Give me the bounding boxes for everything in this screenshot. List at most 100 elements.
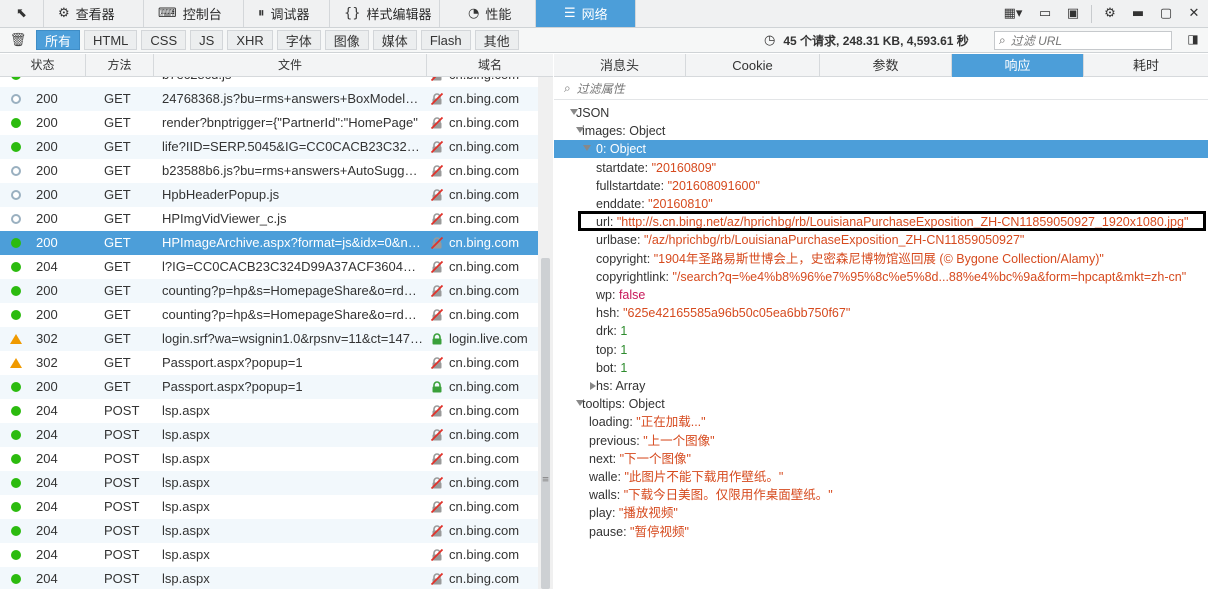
url-filter[interactable]: ⌕ <box>994 31 1172 50</box>
element-picker-button[interactable]: ⬉ <box>0 0 44 27</box>
json-property[interactable]: loading: "正在加载..." <box>575 413 706 431</box>
url-filter-input[interactable] <box>1010 33 1151 48</box>
json-property[interactable]: next: "下一个图像" <box>575 450 691 468</box>
table-row[interactable]: 200 GET HpbHeaderPopup.js cn.bing.com <box>0 183 538 207</box>
filter-other[interactable]: 其他 <box>474 30 519 50</box>
property-filter[interactable]: ⌕ <box>554 78 1208 100</box>
json-property[interactable]: wp: false <box>582 286 645 304</box>
table-row[interactable]: 204 POST lsp.aspx cn.bing.com <box>0 495 538 519</box>
expanded-triangle-icon[interactable] <box>570 109 578 115</box>
table-row[interactable]: 204 POST lsp.aspx cn.bing.com <box>0 399 538 423</box>
table-row[interactable]: 200 GET life?IID=SERP.5045&IG=CC0CACB23C32… <box>0 135 538 159</box>
table-row[interactable]: 204 POST lsp.aspx cn.bing.com <box>0 567 538 589</box>
domain-name: cn.bing.com <box>449 187 520 202</box>
json-property[interactable]: fullstartdate: "201608091600" <box>582 177 760 195</box>
json-value: "下一个图像" <box>619 451 691 466</box>
json-property[interactable]: walls: "下载今日美图。仅限用作桌面壁纸。" <box>575 486 833 504</box>
table-row[interactable]: 204 POST lsp.aspx cn.bing.com <box>0 447 538 471</box>
table-row[interactable]: 200 GET HPImgVidViewer_c.js cn.bing.com <box>0 207 538 231</box>
filter-media[interactable]: 媒体 <box>372 30 417 50</box>
table-row[interactable]: 200 GET counting?p=hp&s=HomepageShare&o=rd… <box>0 303 538 327</box>
filter-html[interactable]: HTML <box>84 30 138 50</box>
column-method[interactable]: 方法 <box>86 54 154 77</box>
table-row[interactable]: 200 GET Passport.aspx?popup=1 cn.bing.com <box>0 375 538 399</box>
column-status[interactable]: 状态 <box>0 54 86 77</box>
table-row[interactable]: 204 POST lsp.aspx cn.bing.com <box>0 423 538 447</box>
tab-debugger[interactable]: ⏸ 调试器 <box>244 0 330 27</box>
http-method: GET <box>104 163 131 178</box>
domain-name: cn.bing.com <box>449 403 520 418</box>
http-method: GET <box>104 331 131 346</box>
settings-button[interactable]: ⚙ <box>1096 0 1124 27</box>
json-property[interactable]: hsh: "625e42165585a96b50c05ea6bb750f67" <box>582 304 850 322</box>
table-row[interactable]: 204 GET l?IG=CC0CACB23C324D99A37ACF3604BF1… <box>0 255 538 279</box>
table-row[interactable]: 302 GET Passport.aspx?popup=1 cn.bing.com <box>0 351 538 375</box>
table-row[interactable]: 200 GET HPImageArchive.aspx?format=js&idx=… <box>0 231 538 255</box>
table-row[interactable]: 200 GET counting?p=hp&s=HomepageShare&o=rd… <box>0 279 538 303</box>
scrollbar-thumb[interactable] <box>541 258 550 589</box>
expanded-triangle-icon[interactable] <box>583 145 591 152</box>
dock-button[interactable]: ▬ <box>1124 0 1152 27</box>
filter-images[interactable]: 图像 <box>324 30 369 50</box>
request-list-scrollbar[interactable]: ≡ <box>538 77 553 589</box>
collapsed-triangle-icon[interactable] <box>590 382 596 390</box>
tab-timings[interactable]: 耗时 <box>1084 54 1208 77</box>
tab-inspector[interactable]: ⚙ 查看器 <box>44 0 144 27</box>
close-devtools-button[interactable]: ✕ <box>1180 0 1208 27</box>
json-property[interactable]: top: 1 <box>582 341 627 359</box>
expanded-triangle-icon[interactable] <box>576 400 584 407</box>
table-row[interactable]: 204 POST lsp.aspx cn.bing.com <box>0 519 538 543</box>
file-name: render?bnptrigger={"PartnerId":"HomePage… <box>162 115 418 130</box>
json-property[interactable]: copyrightlink: "/search?q=%e4%b8%96%e7%9… <box>582 268 1186 286</box>
json-property[interactable]: JSON <box>562 104 609 122</box>
domain-name: cn.bing.com <box>449 283 520 298</box>
property-filter-input[interactable] <box>576 81 777 96</box>
toggle-details-button[interactable]: ◨ <box>1184 32 1202 49</box>
filter-css[interactable]: CSS <box>141 30 187 50</box>
tab-headers[interactable]: 消息头 <box>554 54 686 77</box>
table-row[interactable]: 200 GET 24768368.js?bu=rms+answers+BoxMode… <box>0 87 538 111</box>
table-row[interactable]: 204 POST lsp.aspx cn.bing.com <box>0 543 538 567</box>
json-property[interactable]: drk: 1 <box>582 322 627 340</box>
json-property[interactable]: 0: Object <box>554 140 1208 159</box>
expanded-triangle-icon[interactable] <box>576 127 584 134</box>
filter-fonts[interactable]: 字体 <box>276 30 321 50</box>
json-property[interactable]: tooltips: Object <box>568 395 665 413</box>
frame-select-button[interactable]: ▣ <box>1059 0 1087 27</box>
table-row[interactable]: 200 GET b23588b6.js?bu=rms+answers+AutoSug… <box>0 159 538 183</box>
table-row[interactable]: 200 GET render?bnptrigger={"PartnerId":"Ho… <box>0 111 538 135</box>
json-property[interactable]: walle: "此图片不能下载用作壁纸。" <box>575 468 783 486</box>
json-property[interactable]: images: Object <box>568 122 665 140</box>
responsive-mode-button[interactable]: ▦▾ <box>995 0 1031 27</box>
json-property[interactable]: pause: "暂停视频" <box>575 523 689 541</box>
json-property[interactable]: urlbase: "/az/hprichbg/rb/LouisianaPurch… <box>582 231 1024 249</box>
tab-network[interactable]: ☰ 网络 <box>536 0 636 27</box>
insecure-lock-icon <box>431 141 443 153</box>
tab-response[interactable]: 响应 <box>952 54 1084 77</box>
filter-xhr[interactable]: XHR <box>227 30 273 50</box>
split-console-button[interactable]: ▭ <box>1031 0 1059 27</box>
filter-flash[interactable]: Flash <box>420 30 471 50</box>
clear-button[interactable]: 🗑 <box>0 33 36 48</box>
tab-console[interactable]: ⌨ 控制台 <box>144 0 244 27</box>
tab-cookies[interactable]: Cookie <box>686 54 820 77</box>
filter-js[interactable]: JS <box>190 30 224 50</box>
json-property[interactable]: copyright: "1904年圣路易斯世博会上，史密森尼博物馆巡回展 (© … <box>582 250 1104 268</box>
json-property[interactable]: previous: "上一个图像" <box>575 432 715 450</box>
tab-params[interactable]: 参数 <box>820 54 952 77</box>
column-file[interactable]: 文件 <box>154 54 427 77</box>
column-domain[interactable]: 域名 <box>427 54 553 77</box>
filter-all[interactable]: 所有 <box>36 30 81 50</box>
table-row[interactable]: b7ec28cd.js cn.bing.com <box>0 77 538 87</box>
json-property[interactable]: startdate: "20160809" <box>582 159 716 177</box>
json-property[interactable]: bot: 1 <box>582 359 627 377</box>
table-row[interactable]: 302 GET login.srf?wa=wsignin1.0&rpsnv=11&c… <box>0 327 538 351</box>
json-property[interactable]: play: "播放视频" <box>575 504 678 522</box>
json-property[interactable]: hs: Array <box>582 377 645 395</box>
http-method: GET <box>104 115 131 130</box>
tab-style-editor[interactable]: {} 样式编辑器 <box>330 0 440 27</box>
table-row[interactable]: 204 POST lsp.aspx cn.bing.com <box>0 471 538 495</box>
highlight-annotation-box <box>578 211 1206 232</box>
undock-button[interactable]: ▢ <box>1152 0 1180 27</box>
tab-performance[interactable]: ◔ 性能 <box>440 0 536 27</box>
